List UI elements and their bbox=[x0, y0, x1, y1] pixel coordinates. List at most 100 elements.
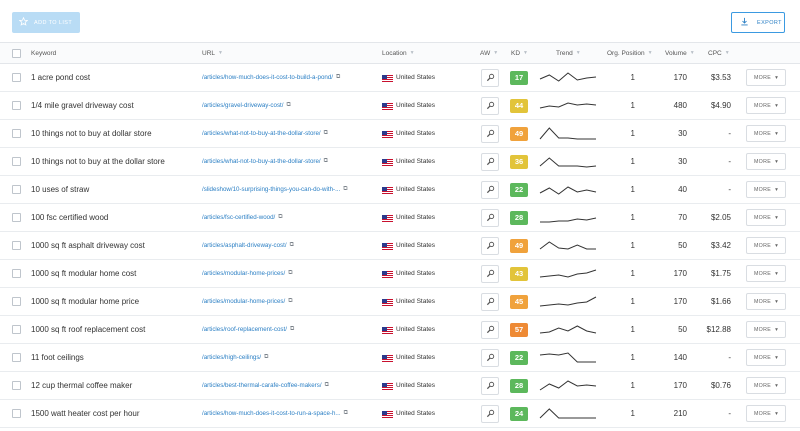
magnifier-icon[interactable] bbox=[481, 68, 499, 87]
external-link-icon[interactable]: ⧉ bbox=[288, 270, 292, 277]
external-link-icon[interactable]: ⧉ bbox=[287, 102, 291, 109]
external-link-icon[interactable]: ⧉ bbox=[343, 186, 347, 193]
volume-value: 170 bbox=[673, 297, 687, 306]
more-button[interactable]: MORE ▾ bbox=[746, 209, 786, 226]
checkbox-box[interactable] bbox=[12, 409, 21, 418]
url-link[interactable]: /articles/gravel-driveway-cost/ bbox=[202, 102, 284, 109]
magnifier-icon[interactable] bbox=[481, 320, 499, 339]
url-link[interactable]: /articles/how-much-does-it-cost-to-run-a… bbox=[202, 410, 341, 417]
magnifier-icon[interactable] bbox=[481, 152, 499, 171]
magnifier-icon[interactable] bbox=[481, 124, 499, 143]
external-link-icon[interactable]: ⧉ bbox=[324, 130, 328, 137]
url-link[interactable]: /slideshow/10-surprising-things-you-can-… bbox=[202, 186, 340, 193]
kd-badge: 28 bbox=[510, 210, 528, 225]
row-checkbox[interactable] bbox=[12, 120, 21, 147]
column-header-volume[interactable]: Volume ▼ bbox=[665, 43, 695, 63]
checkbox-box[interactable] bbox=[12, 241, 21, 250]
checkbox-box[interactable] bbox=[12, 129, 21, 138]
row-checkbox[interactable] bbox=[12, 64, 21, 91]
add-to-list-button[interactable]: ADD TO LIST bbox=[12, 12, 80, 33]
more-button[interactable]: MORE ▾ bbox=[746, 181, 786, 198]
external-link-icon[interactable]: ⧉ bbox=[325, 382, 329, 389]
column-header-location[interactable]: Location ▼ bbox=[382, 43, 415, 63]
column-header-trend[interactable]: Trend ▼ bbox=[556, 43, 581, 63]
row-checkbox[interactable] bbox=[12, 344, 21, 371]
column-header-url[interactable]: URL ▼ bbox=[202, 43, 223, 63]
more-button[interactable]: MORE ▾ bbox=[746, 349, 786, 366]
row-checkbox[interactable] bbox=[12, 372, 21, 399]
external-link-icon[interactable]: ⧉ bbox=[278, 214, 282, 221]
checkbox-box[interactable] bbox=[12, 381, 21, 390]
table-row: 10 uses of straw /slideshow/10-surprisin… bbox=[0, 176, 800, 204]
trend-chart bbox=[539, 296, 597, 306]
url-link[interactable]: /articles/roof-replacement-cost/ bbox=[202, 326, 287, 333]
export-button[interactable]: EXPORT bbox=[731, 12, 785, 33]
checkbox-box[interactable] bbox=[12, 185, 21, 194]
checkbox-box[interactable] bbox=[12, 353, 21, 362]
more-button[interactable]: MORE ▾ bbox=[746, 237, 786, 254]
url-link[interactable]: /articles/modular-home-prices/ bbox=[202, 298, 285, 305]
row-checkbox[interactable] bbox=[12, 204, 21, 231]
checkbox-box[interactable] bbox=[12, 73, 21, 82]
url-link[interactable]: /articles/best-thermal-carafe-coffee-mak… bbox=[202, 382, 322, 389]
url-link[interactable]: /articles/what-not-to-buy-at-the-dollar-… bbox=[202, 130, 321, 137]
checkbox-box[interactable] bbox=[12, 157, 21, 166]
more-button[interactable]: MORE ▾ bbox=[746, 321, 786, 338]
more-button[interactable]: MORE ▾ bbox=[746, 265, 786, 282]
url-link[interactable]: /articles/asphalt-driveway-cost/ bbox=[202, 242, 287, 249]
checkbox-box[interactable] bbox=[12, 269, 21, 278]
column-header-keyword[interactable]: Keyword bbox=[31, 43, 56, 63]
checkbox-box[interactable] bbox=[12, 101, 21, 110]
external-link-icon[interactable]: ⧉ bbox=[288, 298, 292, 305]
more-button[interactable]: MORE ▾ bbox=[746, 293, 786, 310]
checkbox-box[interactable] bbox=[12, 213, 21, 222]
select-all-checkbox[interactable] bbox=[12, 43, 21, 63]
trend-line bbox=[540, 217, 597, 222]
magnifier-icon[interactable] bbox=[481, 96, 499, 115]
row-checkbox[interactable] bbox=[12, 176, 21, 203]
external-link-icon[interactable]: ⧉ bbox=[336, 74, 340, 81]
external-link-icon[interactable]: ⧉ bbox=[264, 354, 268, 361]
cpc-value: - bbox=[728, 353, 731, 362]
url-link[interactable]: /articles/what-not-to-buy-at-the-dollar-… bbox=[202, 158, 321, 165]
column-header-aw[interactable]: AW ▼ bbox=[480, 43, 498, 63]
magnifier-icon[interactable] bbox=[481, 292, 499, 311]
checkbox-box[interactable] bbox=[12, 297, 21, 306]
row-checkbox[interactable] bbox=[12, 148, 21, 175]
more-button[interactable]: MORE ▾ bbox=[746, 377, 786, 394]
magnifier-icon[interactable] bbox=[481, 348, 499, 367]
external-link-icon[interactable]: ⧉ bbox=[290, 326, 294, 333]
magnifier-icon[interactable] bbox=[481, 404, 499, 423]
more-button[interactable]: MORE ▾ bbox=[746, 153, 786, 170]
checkbox-box[interactable] bbox=[12, 48, 21, 58]
magnifier-icon[interactable] bbox=[481, 236, 499, 255]
external-link-icon[interactable]: ⧉ bbox=[344, 410, 348, 417]
url-link[interactable]: /articles/modular-home-prices/ bbox=[202, 270, 285, 277]
column-header-kd[interactable]: KD ▼ bbox=[511, 43, 528, 63]
more-button[interactable]: MORE ▾ bbox=[746, 97, 786, 114]
row-checkbox[interactable] bbox=[12, 288, 21, 315]
trend-chart bbox=[540, 217, 597, 222]
row-checkbox[interactable] bbox=[12, 232, 21, 259]
more-button[interactable]: MORE ▾ bbox=[746, 125, 786, 142]
external-link-icon[interactable]: ⧉ bbox=[290, 242, 294, 249]
url-link[interactable]: /articles/fsc-certified-wood/ bbox=[202, 214, 275, 221]
checkbox-box[interactable] bbox=[12, 325, 21, 334]
more-button[interactable]: MORE ▾ bbox=[746, 69, 786, 86]
kd-cell: 57 bbox=[510, 316, 528, 343]
row-checkbox[interactable] bbox=[12, 260, 21, 287]
row-checkbox[interactable] bbox=[12, 400, 21, 427]
magnifier-icon[interactable] bbox=[481, 208, 499, 227]
magnifier-icon[interactable] bbox=[481, 180, 499, 199]
url-link[interactable]: /articles/how-much-does-it-cost-to-build… bbox=[202, 74, 333, 81]
table-row: 1000 sq ft roof replacement cost /articl… bbox=[0, 316, 800, 344]
url-link[interactable]: /articles/high-ceilings/ bbox=[202, 354, 261, 361]
magnifier-icon[interactable] bbox=[481, 376, 499, 395]
row-checkbox[interactable] bbox=[12, 92, 21, 119]
external-link-icon[interactable]: ⧉ bbox=[324, 158, 328, 165]
row-checkbox[interactable] bbox=[12, 316, 21, 343]
column-header-cpc[interactable]: CPC ▼ bbox=[708, 43, 730, 63]
magnifier-icon[interactable] bbox=[481, 264, 499, 283]
column-header-position[interactable]: Org. Position ▼ bbox=[607, 43, 653, 63]
more-button[interactable]: MORE ▾ bbox=[746, 405, 786, 422]
